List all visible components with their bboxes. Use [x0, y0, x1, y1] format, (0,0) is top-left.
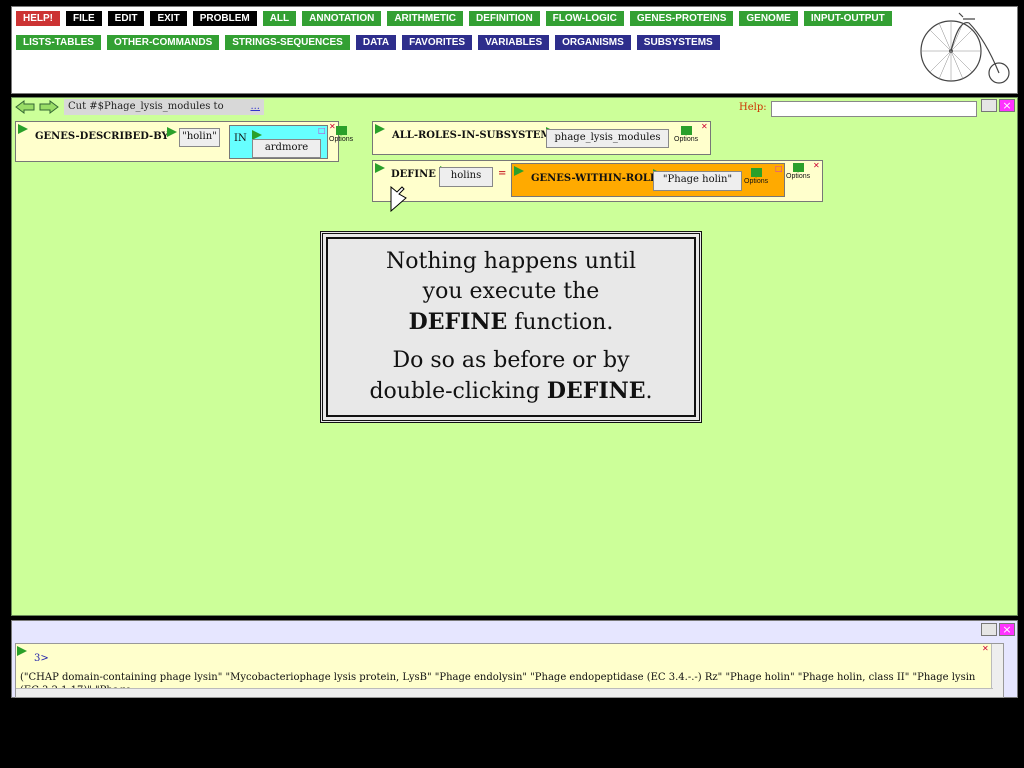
output-result-box[interactable]: 3> ("CHAP domain-containing phage lysin"…: [15, 643, 1004, 698]
subsystem-argument[interactable]: phage_lysis_modules: [546, 129, 669, 148]
go-arrow-icon[interactable]: [335, 126, 347, 135]
menu-row-1: HELP! FILE EDIT EXIT PROBLEM ALL ANNOTATION ARI…: [16, 11, 892, 26]
go-arrow-icon[interactable]: [792, 163, 804, 172]
close-icon[interactable]: ✕: [982, 645, 989, 653]
close-icon[interactable]: □: [775, 165, 783, 173]
function-name[interactable]: GENES-DESCRIBED-BY: [35, 131, 169, 142]
menu-button-definition[interactable]: DEFINITION: [469, 11, 540, 26]
define-function-name[interactable]: DEFINE: [391, 169, 436, 180]
menu-button-genome[interactable]: GENOME: [739, 11, 798, 26]
menu-button-lists-tables[interactable]: LISTS-TABLES: [16, 35, 101, 50]
message-paragraph-2: Do so as before or by double-clicking DE…: [369, 348, 653, 404]
close-workspace-button[interactable]: ×: [999, 99, 1015, 112]
minimize-workspace-button[interactable]: [981, 99, 997, 112]
cut-buffer-label[interactable]: Cut #$Phage_lysis_modules to ...: [64, 99, 264, 115]
close-icon[interactable]: ✕: [329, 123, 336, 131]
variable-name-argument[interactable]: holins: [439, 167, 493, 187]
genes-within-role-box[interactable]: GENES-WITHIN-ROLE "Phage holin" Options …: [511, 163, 785, 197]
penny-farthing-logo-icon: [920, 12, 1010, 84]
menu-button-file[interactable]: FILE: [66, 11, 102, 26]
run-icon[interactable]: [514, 166, 524, 176]
menu-button-subsystems[interactable]: SUBSYSTEMS: [636, 35, 720, 50]
menu-button-variables[interactable]: VARIABLES: [478, 35, 550, 50]
mouse-pointer-icon: [390, 186, 407, 212]
run-icon[interactable]: [375, 124, 385, 134]
workspace: Cut #$Phage_lysis_modules to ... Help: ×…: [11, 97, 1018, 616]
run-icon[interactable]: [17, 646, 27, 656]
menu-button-data[interactable]: DATA: [355, 35, 397, 50]
run-icon[interactable]: [375, 163, 385, 173]
all-roles-in-subsystem-box[interactable]: ALL-ROLES-IN-SUBSYSTEM phage_lysis_modul…: [372, 121, 711, 155]
cut-buffer-text: Cut #$Phage_lysis_modules to: [68, 101, 224, 112]
message-paragraph-1: Nothing happens until you execute the DE…: [386, 249, 636, 335]
menu-button-arithmetic[interactable]: ARITHMETIC: [387, 11, 463, 26]
organism-argument[interactable]: ardmore: [252, 139, 321, 158]
minimize-output-button[interactable]: [981, 623, 997, 636]
close-icon[interactable]: ✕: [813, 162, 820, 170]
options-button[interactable]: Options: [744, 168, 768, 185]
output-panel: × 3> ("CHAP domain-containing phage lysi…: [11, 620, 1018, 698]
cut-buffer-more-link[interactable]: ...: [250, 99, 260, 115]
help-input[interactable]: [771, 101, 977, 117]
help-label: Help:: [739, 102, 767, 113]
options-button[interactable]: Options: [674, 126, 698, 143]
menu-row-2: LISTS-TABLES OTHER-COMMANDS STRINGS-SEQUEN…: [16, 35, 720, 50]
in-label: IN: [234, 133, 247, 144]
close-icon[interactable]: □: [318, 127, 326, 135]
horizontal-scrollbar[interactable]: [16, 688, 993, 697]
menu-button-help[interactable]: HELP!: [16, 11, 60, 26]
role-argument[interactable]: "Phage holin": [653, 171, 742, 191]
function-name[interactable]: GENES-WITHIN-ROLE: [531, 173, 658, 184]
menu-button-organisms[interactable]: ORGANISMS: [555, 35, 631, 50]
forward-arrow-icon[interactable]: [39, 100, 59, 114]
close-icon[interactable]: ✕: [701, 123, 708, 131]
menu-button-flow-logic[interactable]: FLOW-LOGIC: [545, 11, 624, 26]
holin-argument[interactable]: "holin": [179, 128, 220, 147]
menu-bar: HELP! FILE EDIT EXIT PROBLEM ALL ANNOTATION ARI…: [11, 6, 1018, 94]
go-arrow-icon[interactable]: [750, 168, 762, 177]
function-name[interactable]: ALL-ROLES-IN-SUBSYSTEM: [392, 130, 551, 141]
define-box[interactable]: DEFINE holins = GENES-WITHIN-ROLE "Phage…: [372, 160, 823, 202]
menu-button-strings-sequences[interactable]: STRINGS-SEQUENCES: [225, 35, 350, 50]
instruction-message-box: Nothing happens until you execute the DE…: [320, 231, 702, 423]
output-prompt: 3>: [34, 653, 49, 664]
close-output-button[interactable]: ×: [999, 623, 1015, 636]
menu-button-all[interactable]: ALL: [262, 11, 297, 26]
menu-button-other-commands[interactable]: OTHER-COMMANDS: [106, 35, 220, 50]
run-icon[interactable]: [167, 127, 177, 137]
menu-button-favorites[interactable]: FAVORITES: [402, 35, 473, 50]
menu-button-genes-proteins[interactable]: GENES-PROTEINS: [629, 11, 734, 26]
genes-described-by-box[interactable]: GENES-DESCRIBED-BY "holin" IN ardmore □ …: [15, 121, 353, 162]
menu-button-exit[interactable]: EXIT: [150, 11, 187, 26]
menu-button-input-output[interactable]: INPUT-OUTPUT: [803, 11, 892, 26]
menu-button-annotation[interactable]: ANNOTATION: [302, 11, 382, 26]
options-button[interactable]: Options: [786, 163, 810, 180]
back-arrow-icon[interactable]: [15, 100, 35, 114]
menu-button-edit[interactable]: EDIT: [107, 11, 145, 26]
go-arrow-icon[interactable]: [680, 126, 692, 135]
menu-button-problem[interactable]: PROBLEM: [192, 11, 257, 26]
in-subbox[interactable]: IN ardmore □: [229, 125, 328, 159]
equals-sign: =: [498, 168, 507, 179]
run-icon[interactable]: [18, 124, 28, 134]
